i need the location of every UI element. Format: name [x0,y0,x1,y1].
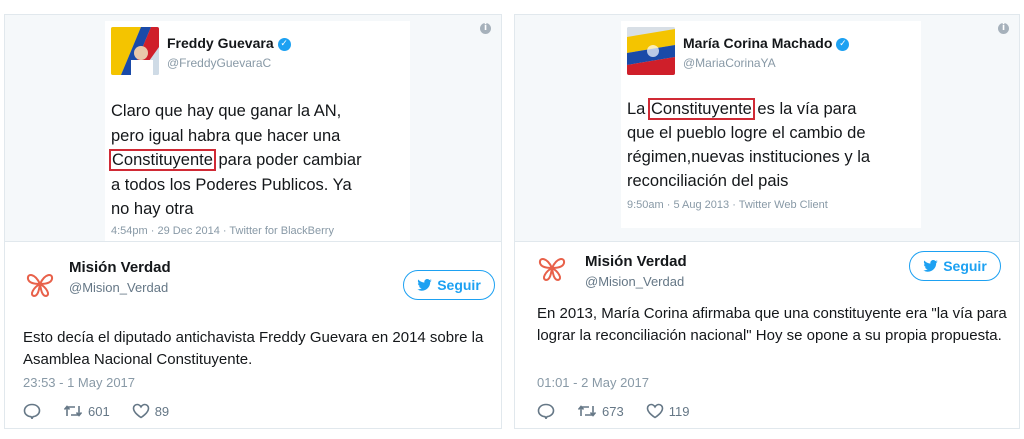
follow-button[interactable]: Seguir [909,251,1001,281]
like-count: 89 [154,403,170,419]
reply-button[interactable] [537,403,555,419]
twitter-bird-icon [923,260,938,272]
like-icon [646,403,664,419]
retweet-button[interactable]: 601 [63,403,110,419]
tweet-actions: 673 119 [537,403,689,419]
highlighted-word: Constituyente [647,98,755,120]
like-icon [132,403,150,419]
mision-verdad-logo [538,258,566,282]
quoted-author-name: Freddy Guevara ✓ [167,35,291,51]
quoted-text: La Constituyente es la vía para que el p… [627,97,870,193]
mision-verdad-logo [26,274,54,298]
retweet-icon [577,405,597,417]
account-name[interactable]: Misión Verdad [69,259,171,276]
quoted-text: Claro que hay que ganar la AN, pero igua… [109,99,362,222]
twitter-bird-icon [417,279,432,291]
reply-icon [23,403,41,419]
account-handle[interactable]: @Mision_Verdad [69,280,168,295]
quoted-text-before: La [627,100,650,118]
reply-icon [537,403,555,419]
tweet: Misión Verdad @Mision_Verdad Seguir En 2… [515,241,1019,428]
tweet-text: Esto decía el diputado antichavista Fred… [23,329,484,368]
quoted-tweet: Freddy Guevara ✓ @FreddyGuevaraC Claro qu… [105,21,410,241]
tweet: Misión Verdad @Mision_Verdad Seguir Esto… [5,241,501,428]
quoted-author-name: María Corina Machado ✓ [683,35,850,51]
quoted-meta: 9:50am · 5 Aug 2013 · Twitter Web Client [627,199,828,211]
tweet-actions: 601 89 [23,403,169,419]
tweet-text: En 2013, María Corina afirmaba que una c… [537,305,1007,344]
tweet-card-left: i Freddy Guevara ✓ @FreddyGuevaraC Claro … [4,14,502,429]
quoted-meta: 4:54pm · 29 Dec 2014 · Twitter for Black… [111,225,334,237]
verified-icon: ✓ [277,37,291,51]
retweet-count: 673 [602,403,624,419]
verified-icon: ✓ [836,37,850,51]
follow-label: Seguir [437,277,481,293]
tweet-timestamp[interactable]: 23:53 - 1 May 2017 [23,375,135,390]
account-name[interactable]: Misión Verdad [585,253,687,270]
follow-button[interactable]: Seguir [403,270,495,300]
follow-label: Seguir [943,258,987,274]
avatar [627,27,675,75]
quoted-tweet: María Corina Machado ✓ @MariaCorinaYA La … [621,21,921,228]
info-icon[interactable]: i [480,23,491,34]
like-count: 119 [668,403,690,419]
highlighted-word: Constituyente [109,149,216,171]
like-button[interactable]: 89 [132,403,169,419]
account-handle[interactable]: @Mision_Verdad [585,274,684,289]
quoted-screenshot: i María Corina Machado ✓ @MariaCorinaYA L… [515,15,1019,242]
info-icon[interactable]: i [998,23,1009,34]
tweet-card-right: i María Corina Machado ✓ @MariaCorinaYA L… [514,14,1020,429]
quoted-screenshot: i Freddy Guevara ✓ @FreddyGuevaraC Claro … [5,15,501,242]
avatar [111,27,159,75]
tweet-timestamp[interactable]: 01:01 - 2 May 2017 [537,375,649,390]
quoted-author-handle: @FreddyGuevaraC [167,56,272,70]
retweet-count: 601 [88,403,110,419]
reply-button[interactable] [23,403,41,419]
retweet-button[interactable]: 673 [577,403,624,419]
like-button[interactable]: 119 [646,403,690,419]
quoted-author-handle: @MariaCorinaYA [683,56,776,70]
quoted-text-before: Claro que hay que ganar la AN, pero igua… [111,102,342,145]
retweet-icon [63,405,83,417]
